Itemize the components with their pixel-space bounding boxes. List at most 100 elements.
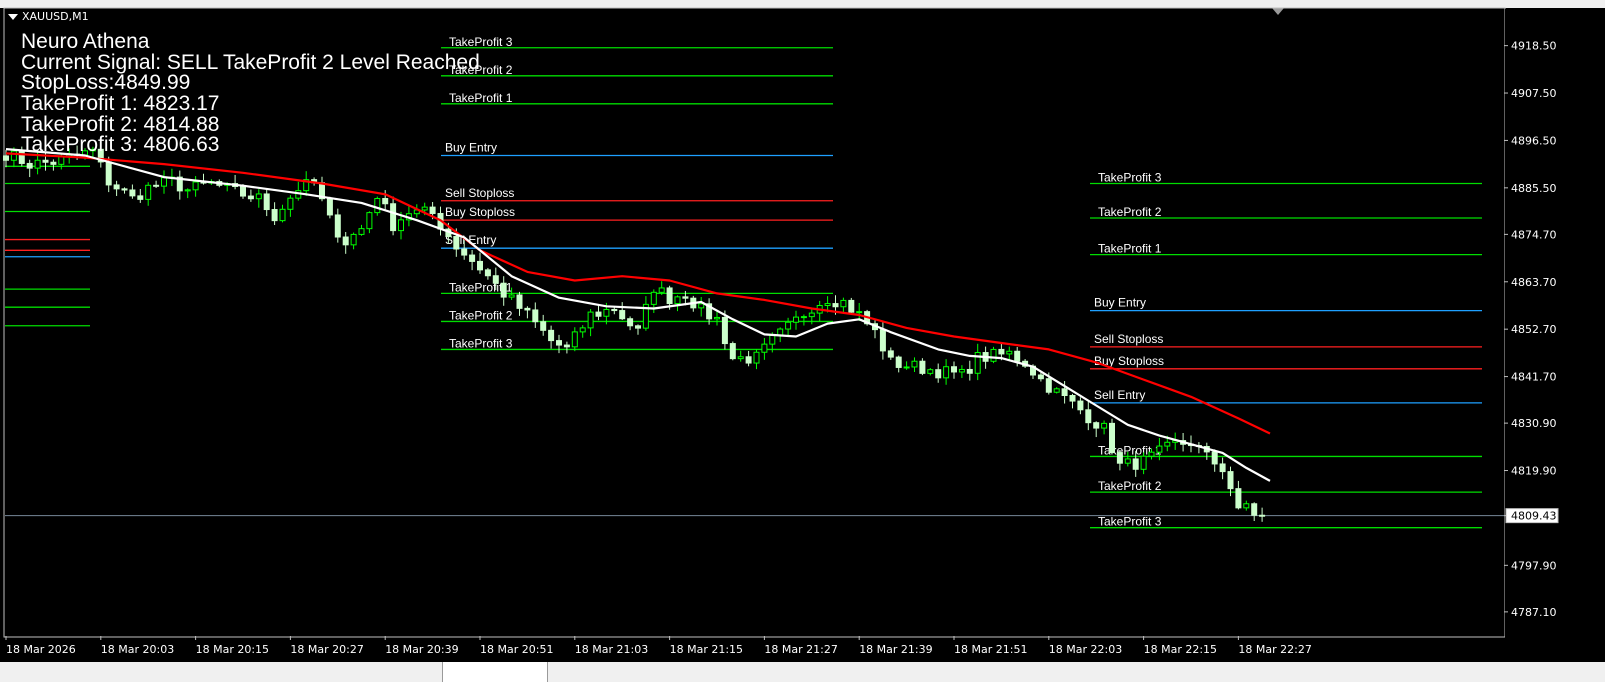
candle-body	[161, 177, 167, 187]
candle-body	[785, 321, 792, 330]
candle-body	[532, 309, 539, 323]
price-tick-label: 4830.90	[1511, 417, 1557, 430]
candle-body	[1227, 471, 1234, 490]
candle-body	[10, 150, 17, 161]
candle-body	[453, 236, 460, 250]
candle-body	[271, 209, 278, 222]
candle-body	[698, 303, 705, 309]
time-tick-label: 18 Mar 21:27	[764, 643, 837, 656]
candle-body	[753, 351, 760, 364]
candle-body	[761, 343, 768, 353]
price-tick-label: 4885.50	[1511, 182, 1557, 195]
candle-body	[848, 299, 855, 313]
candle-body	[105, 161, 112, 186]
candle-body	[998, 348, 1005, 355]
price-tick-label: 4819.90	[1511, 465, 1557, 478]
candle-body	[255, 193, 262, 200]
chart-window: TakeProfit 3 TakeProfit 2 TakeProfit 1 Buy …	[0, 0, 1605, 682]
candle-body	[192, 181, 199, 191]
candle-body	[461, 248, 468, 256]
candle-body	[279, 208, 286, 222]
candle-body	[856, 311, 863, 314]
candle-body	[769, 334, 776, 345]
bottom-tab-active[interactable]	[443, 662, 548, 682]
candle-body	[342, 236, 349, 246]
level-label: TakeProfit 2	[449, 308, 513, 322]
level-label: TakeProfit 2	[1098, 479, 1162, 493]
candle-body	[3, 155, 9, 161]
candle-body	[477, 260, 483, 271]
candle-body	[1093, 422, 1100, 429]
candle-body	[129, 189, 136, 197]
candle-body	[619, 310, 626, 320]
candle-body	[879, 329, 886, 352]
time-tick-label: 18 Mar 22:03	[1049, 643, 1122, 656]
candle-body	[1069, 395, 1076, 402]
dropdown-arrow-icon[interactable]	[8, 14, 18, 20]
candle-body	[326, 198, 333, 216]
candle-body	[721, 316, 728, 345]
candle-body	[800, 316, 807, 319]
candle-body	[627, 318, 634, 327]
candle-body	[398, 219, 404, 232]
level-label: Sell Stoploss	[1094, 332, 1163, 346]
candle-body	[34, 159, 41, 169]
candle-body	[682, 296, 689, 299]
stoploss-readout: StopLoss:4849.99	[21, 71, 191, 94]
level-label: TakeProfit 3	[1098, 171, 1162, 185]
candle-body	[958, 368, 965, 373]
price-chart[interactable]: TakeProfit 3 TakeProfit 2 TakeProfit 1 Buy …	[0, 0, 1605, 662]
candle-body	[240, 186, 246, 197]
candle-body	[563, 344, 570, 348]
candle-body	[1085, 409, 1092, 424]
candle-body	[1140, 455, 1147, 470]
plot-border	[3, 7, 1506, 638]
candle-body	[334, 214, 341, 238]
time-tick-label: 18 Mar 20:27	[290, 643, 363, 656]
candle-body	[484, 269, 491, 277]
candle-body	[650, 291, 657, 305]
candle-body	[429, 206, 436, 214]
candle-body	[1235, 488, 1242, 509]
candle-body	[366, 212, 373, 230]
time-tick-label: 18 Mar 20:39	[385, 643, 458, 656]
candle-body	[1251, 503, 1258, 516]
candle-body	[729, 343, 736, 360]
indicator-title: Neuro Athena	[21, 30, 150, 53]
candle-body	[793, 316, 799, 323]
takeprofit-1-readout: TakeProfit 1: 4823.17	[21, 92, 220, 115]
candle-body	[1037, 374, 1044, 380]
candle-body	[935, 369, 942, 379]
level-label: Buy Entry	[1094, 296, 1146, 310]
candle-body	[390, 203, 397, 232]
candle-body	[247, 195, 254, 200]
candle-body	[500, 282, 507, 298]
candle-body	[1101, 422, 1108, 429]
price-tick-label: 4797.90	[1511, 559, 1557, 572]
candle-body	[184, 189, 191, 192]
price-tick-label: 4852.70	[1511, 323, 1557, 336]
price-tick-label: 4918.50	[1511, 40, 1557, 53]
candle-body	[666, 287, 673, 305]
candle-body	[26, 162, 33, 169]
time-tick-label: 18 Mar 21:03	[575, 643, 648, 656]
time-tick-label: 18 Mar 21:15	[670, 643, 743, 656]
level-label: Buy Stoploss	[445, 205, 515, 219]
candle-body	[42, 159, 49, 163]
candle-body	[1148, 451, 1155, 457]
candle-body	[540, 321, 547, 331]
level-label: TakeProfit 1	[1098, 242, 1162, 256]
candle-body	[516, 294, 523, 309]
level-label: Sell Entry	[445, 233, 496, 247]
candle-body	[1243, 503, 1250, 509]
price-tick-label: 4896.50	[1511, 134, 1557, 147]
time-tick-label: 18 Mar 20:03	[101, 643, 174, 656]
ma-fast-line	[5, 148, 1271, 482]
candle-body	[895, 356, 902, 368]
candle-body	[887, 350, 894, 358]
candle-body	[579, 327, 586, 333]
takeprofit-2-readout: TakeProfit 2: 4814.88	[21, 113, 220, 136]
bottom-tab[interactable]	[0, 662, 443, 682]
candle-body	[50, 161, 57, 165]
bottom-tab[interactable]	[548, 662, 1605, 682]
